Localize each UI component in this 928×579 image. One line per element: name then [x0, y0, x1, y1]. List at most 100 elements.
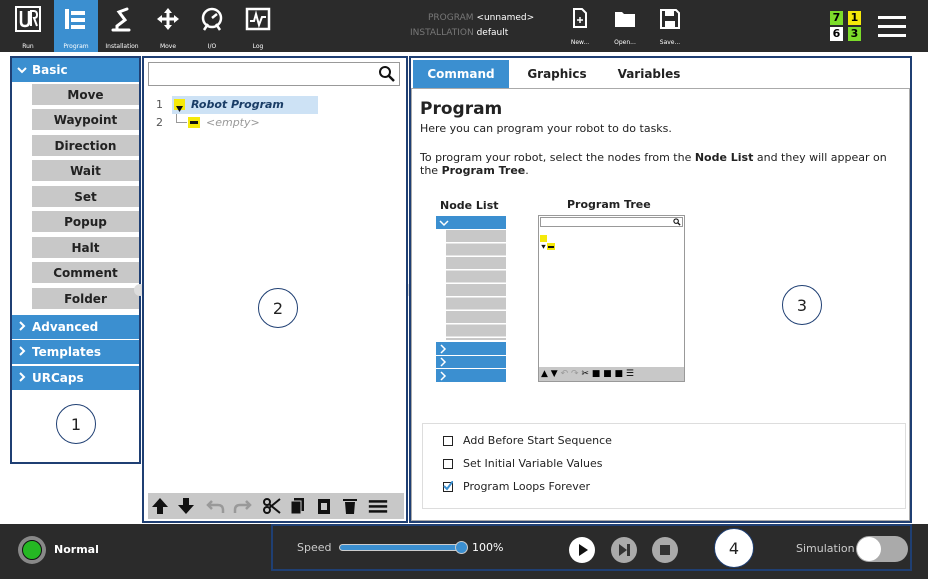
program-key: PROGRAM [428, 13, 474, 23]
callout-3: 3 [782, 285, 822, 325]
instruction-text: the [420, 164, 442, 177]
top-bar: Run Program Installation Move I/O Log PR… [0, 0, 928, 52]
callout-1: 1 [56, 404, 96, 444]
program-info-row: PROGRAM <unnamed> [428, 13, 534, 23]
log-button[interactable]: Log [236, 0, 280, 52]
search-icon[interactable] [378, 65, 396, 83]
instruction-text: . [525, 164, 529, 177]
node-popup[interactable]: Popup [32, 211, 139, 234]
node-wait[interactable]: Wait [32, 160, 139, 183]
command-content: Program Here you can program your robot … [411, 88, 910, 521]
page-subtitle: Here you can program your robot to do ta… [420, 122, 672, 135]
expand-triangle-icon[interactable] [174, 99, 185, 112]
hamburger-menu-icon[interactable] [878, 14, 906, 38]
node-comment[interactable]: Comment [32, 262, 139, 285]
move-label: Move [159, 43, 177, 50]
open-file-button[interactable]: Open... [609, 8, 641, 50]
chevron-down-icon [12, 58, 32, 82]
tree-line-number: 2 [156, 116, 163, 129]
add-before-label: Add Before Start Sequence [463, 434, 612, 447]
tree-search-input[interactable] [148, 62, 400, 86]
tab-graphics[interactable]: Graphics [515, 60, 599, 88]
status-num-b: 1 [848, 11, 861, 25]
empty-node-icon [188, 117, 200, 128]
program-button[interactable]: Program [54, 0, 98, 52]
category-templates-label: Templates [32, 345, 102, 359]
io-button[interactable]: I/O [190, 0, 234, 52]
add-before-checkbox[interactable] [443, 436, 453, 446]
tab-command[interactable]: Command [413, 60, 509, 88]
io-gauge-icon [201, 7, 223, 31]
save-file-button[interactable]: Save... [654, 8, 686, 50]
robot-arm-icon [111, 7, 131, 32]
program-tree-illustration: ▲ ▼ ↶ ↷ ✂ ■ ■ ■ ☰ [538, 215, 685, 382]
new-file-button[interactable]: New... [564, 8, 596, 50]
log-graph-icon [245, 7, 271, 31]
node-move[interactable]: Move [32, 84, 139, 107]
status-num-c: 6 [830, 27, 843, 41]
program-tree-panel: 1 2 Robot Program <empty> 2 [142, 56, 408, 523]
category-templates[interactable]: Templates [12, 340, 139, 364]
tree-connector [176, 114, 187, 123]
tab-variables[interactable]: Variables [607, 60, 691, 88]
node-set[interactable]: Set [32, 186, 139, 209]
new-file-icon [573, 8, 587, 28]
loops-forever-checkbox[interactable] [443, 481, 453, 492]
program-tree-heading: Program Tree [567, 198, 651, 211]
program-options-box: Add Before Start Sequence Set Initial Va… [422, 423, 906, 509]
scissors-cut-icon[interactable] [262, 497, 282, 515]
callout-2: 2 [258, 288, 298, 328]
run-button[interactable]: Run [6, 0, 50, 52]
installation-button[interactable]: Installation [100, 0, 144, 52]
node-waypoint[interactable]: Waypoint [32, 109, 139, 132]
undo-icon[interactable] [206, 497, 226, 515]
category-advanced[interactable]: Advanced [12, 315, 139, 339]
callout-4: 4 [714, 528, 754, 568]
program-label: Program [63, 43, 89, 50]
initial-vars-checkbox[interactable] [443, 459, 453, 469]
initial-vars-label: Set Initial Variable Values [463, 457, 603, 470]
move-up-icon[interactable] [150, 497, 170, 515]
node-direction[interactable]: Direction [32, 135, 139, 158]
suppress-node-icon[interactable] [368, 497, 388, 515]
tree-node-robot-program[interactable]: Robot Program [172, 96, 318, 114]
status-num-a: 7 [830, 11, 843, 25]
trash-delete-icon[interactable] [340, 497, 360, 515]
page-title: Program [420, 99, 503, 119]
program-tree-icon [65, 9, 85, 29]
move-button[interactable]: Move [146, 0, 190, 52]
chevron-right-icon [12, 340, 32, 364]
installation-name: default [476, 28, 509, 38]
checkmark-icon [443, 481, 453, 491]
node-folder[interactable]: Folder [32, 288, 139, 311]
node-list-term: Node List [694, 151, 754, 164]
tree-line-number: 1 [156, 98, 163, 111]
copy-icon[interactable] [288, 497, 308, 515]
category-basic[interactable]: Basic [12, 58, 139, 82]
node-halt[interactable]: Halt [32, 237, 139, 260]
move-down-icon[interactable] [176, 497, 196, 515]
robot-status-light-icon[interactable] [18, 536, 46, 564]
program-name: <unnamed> [476, 13, 535, 23]
bottom-highlight-frame [271, 524, 912, 571]
redo-icon[interactable] [232, 497, 252, 515]
instruction-line-1: To program your robot, select the nodes … [420, 151, 887, 164]
loops-forever-label: Program Loops Forever [463, 480, 591, 493]
log-label: Log [252, 43, 264, 50]
move-arrows-icon [157, 8, 179, 30]
instruction-text: and they will appear on [753, 151, 887, 164]
category-urcaps[interactable]: URCaps [12, 366, 139, 390]
empty-node-label: <empty> [206, 116, 260, 129]
robot-status-label: Normal [54, 543, 99, 556]
installation-info-row: INSTALLATION default [410, 28, 508, 38]
category-advanced-label: Advanced [32, 320, 99, 334]
robot-program-label: Robot Program [191, 98, 284, 111]
instruction-text: To program your robot, select the nodes … [420, 151, 695, 164]
new-file-label: New... [570, 39, 590, 46]
installation-key: INSTALLATION [410, 28, 474, 38]
open-file-label: Open... [614, 39, 636, 46]
paste-clipboard-icon[interactable] [314, 497, 334, 515]
installation-label: Installation [105, 43, 139, 50]
io-label: I/O [207, 43, 217, 50]
node-list-panel: Basic Move Waypoint Direction Wait Set P… [10, 56, 141, 464]
